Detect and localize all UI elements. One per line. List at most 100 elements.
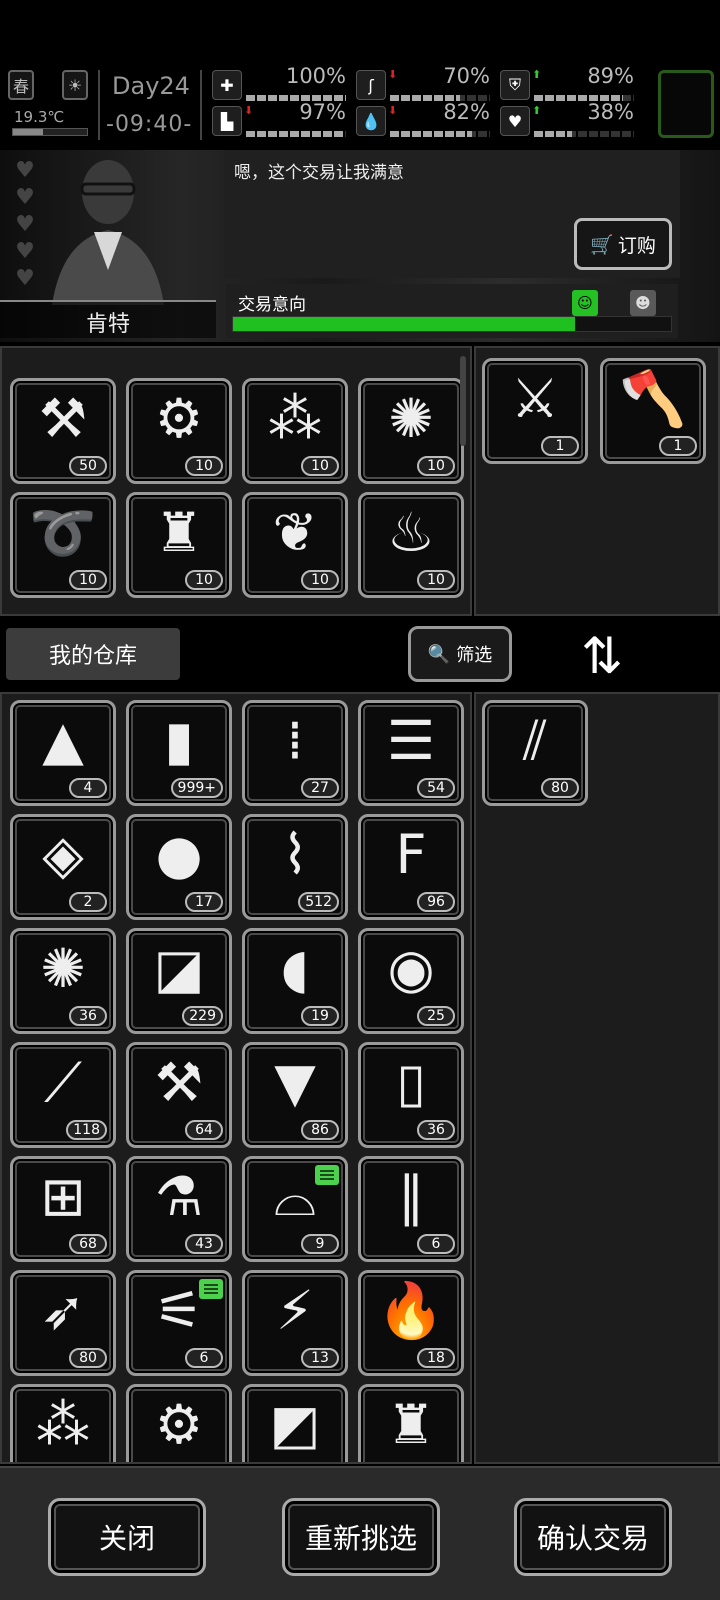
trend-down-icon: ⬇ — [388, 104, 398, 117]
item-slot[interactable]: ⁞ 27 — [242, 700, 348, 806]
item-slot[interactable]: ⊞ 68 — [10, 1156, 116, 1262]
clock: -09:40- — [106, 112, 193, 137]
item-count: 25 — [417, 1006, 455, 1026]
item-slot[interactable]: ☰ 54 — [358, 700, 464, 806]
tab-my-warehouse[interactable]: 我的仓库 — [6, 628, 180, 680]
stamina-bar-fill — [246, 131, 343, 137]
grin-face-icon: ☻ — [630, 290, 656, 316]
item-slot[interactable]: ✺ 36 — [10, 928, 116, 1034]
order-button[interactable]: 🛒 订购 — [574, 218, 672, 270]
item-slot[interactable]: ⁂ 10 — [242, 378, 348, 484]
item-slot[interactable]: ⌇ 512 — [242, 814, 348, 920]
item-slot[interactable]: ♨ 10 — [358, 492, 464, 598]
item-slot[interactable]: ⟋ 118 — [10, 1042, 116, 1148]
water-drop-icon: 💧 — [356, 106, 386, 136]
npc-inventory-scrollbar[interactable] — [460, 356, 466, 446]
item-count: 10 — [301, 570, 339, 590]
swap-icon[interactable]: ⇅ — [574, 624, 630, 688]
note-badge-icon — [315, 1165, 339, 1185]
filter-button[interactable]: 🔍 筛选 — [408, 626, 512, 682]
hunger-stat: ʃ ⬇ 70% — [356, 64, 492, 102]
item-count: 36 — [69, 1006, 107, 1026]
item-slot[interactable]: ➶ 80 — [10, 1270, 116, 1376]
item-slot[interactable]: ⚟ 6 — [126, 1270, 232, 1376]
torn-cloth-icon: ▲ — [42, 709, 84, 772]
item-count: 13 — [301, 1348, 339, 1368]
close-button[interactable]: 关闭 — [48, 1498, 206, 1576]
hunger-value: 70% — [443, 64, 490, 88]
item-count: 68 — [69, 1234, 107, 1254]
item-slot[interactable]: 🔥 18 — [358, 1270, 464, 1376]
item-slot[interactable]: ⚔ 1 — [482, 358, 588, 464]
confirm-trade-button[interactable]: 确认交易 — [514, 1498, 672, 1576]
item-slot[interactable]: ◖ 19 — [242, 928, 348, 1034]
rope-icon: ➰ — [29, 501, 97, 564]
note-badge-icon — [199, 1279, 223, 1299]
reselect-button[interactable]: 重新挑选 — [282, 1498, 440, 1576]
shopping-cart-icon: 🛒 — [590, 233, 614, 256]
npc-name: 肯特 — [85, 312, 130, 337]
arrow-icon: ➶ — [40, 1279, 86, 1342]
item-slot[interactable]: ♜ 10 — [126, 492, 232, 598]
item-slot[interactable]: ⚙ 10 — [126, 378, 232, 484]
item-count: 50 — [69, 456, 107, 476]
item-slot[interactable]: 🪓 1 — [600, 358, 706, 464]
item-slot[interactable]: ⌓ 9 — [242, 1156, 348, 1262]
skewers-icon: ⫽ — [522, 709, 548, 772]
item-slot[interactable]: ⚡ 13 — [242, 1270, 348, 1376]
heart-icon: ♥ — [15, 239, 35, 264]
item-count: 229 — [182, 1006, 223, 1026]
item-count: 86 — [301, 1120, 339, 1140]
item-count: 54 — [417, 778, 455, 798]
item-slot[interactable]: ▼ 86 — [242, 1042, 348, 1148]
item-slot[interactable]: ▯ 36 — [358, 1042, 464, 1148]
item-slot[interactable]: ⚒ 64 — [126, 1042, 232, 1148]
item-slot[interactable]: ✺ 10 — [358, 378, 464, 484]
thirst-stat: 💧 ⬇ 82% — [356, 100, 492, 138]
item-slot[interactable]: ⚗ 43 — [126, 1156, 232, 1262]
npc-name-plate: 肯特 — [0, 300, 216, 338]
my-inventory-panel[interactable]: ▲ 4 ▮ 999+ ⁞ 27 ☰ 54 ◈ 2 ● 17 ⌇ 512 F 96 ✺ 36 ◪ 229 ◖ 19 ◉ 25 ⟋ 1… — [0, 692, 472, 1464]
item-slot[interactable]: ▲ 4 — [10, 700, 116, 806]
batteries-icon: ⚡ — [276, 1279, 314, 1342]
item-slot[interactable]: ♜ — [358, 1384, 464, 1462]
item-slot[interactable]: ◪ 229 — [126, 928, 232, 1034]
mood-value: 38% — [587, 100, 634, 124]
npc-inventory-panel[interactable]: ⚒ 50 ⚙ 10 ⁂ 10 ✺ 10 ➰ 10 ♜ 10 ❦ 10 ♨ 10 — [0, 346, 472, 616]
rubble-icon: ⁂ — [268, 387, 322, 450]
item-count: 36 — [417, 1120, 455, 1140]
boot-icon: ▙ — [212, 106, 242, 136]
item-slot[interactable]: ∥ 6 — [358, 1156, 464, 1262]
nails-icon: ⚒ — [38, 387, 88, 450]
item-slot[interactable]: F 96 — [358, 814, 464, 920]
divider — [98, 70, 100, 140]
item-slot[interactable]: ◩ — [242, 1384, 348, 1462]
animal-hide-icon: ◈ — [42, 823, 84, 886]
health-value: 100% — [285, 64, 346, 88]
equipped-slot[interactable] — [658, 70, 714, 138]
item-slot[interactable]: ◈ 2 — [10, 814, 116, 920]
item-count: 6 — [185, 1348, 223, 1368]
item-slot[interactable]: ⁂ — [10, 1384, 116, 1462]
item-slot[interactable]: ● 17 — [126, 814, 232, 920]
item-count: 10 — [417, 570, 455, 590]
item-slot[interactable]: ➰ 10 — [10, 492, 116, 598]
item-slot[interactable]: ◉ 25 — [358, 928, 464, 1034]
my-offer-panel[interactable]: ⫽ 80 — [474, 692, 720, 1464]
item-count: 19 — [301, 1006, 339, 1026]
item-count: 1 — [659, 436, 697, 456]
item-slot[interactable]: ⚒ 50 — [10, 378, 116, 484]
npc-offer-panel[interactable]: ⚔ 1 🪓 1 — [474, 346, 720, 616]
item-slot[interactable]: ⚙ — [126, 1384, 232, 1462]
item-slot[interactable]: ▮ 999+ — [126, 700, 232, 806]
item-slot[interactable]: ❦ 10 — [242, 492, 348, 598]
battery-pack-icon: ▮ — [164, 709, 194, 772]
gears-icon: ⚙ — [154, 1393, 204, 1456]
status-bar: 春 ☀ 19.3℃ Day24 -09:40- ✚ 100% ʃ ⬇ 70% ⛨… — [0, 64, 720, 144]
item-slot[interactable]: ⫽ 80 — [482, 700, 588, 806]
bullets-icon: ⁞ — [286, 709, 304, 772]
armor-stat: ⛨ ⬆ 89% — [500, 64, 636, 102]
item-count: 1 — [541, 436, 579, 456]
mood-stat: ♥ ⬆ 38% — [500, 100, 636, 138]
thirst-bar-fill — [390, 131, 472, 137]
